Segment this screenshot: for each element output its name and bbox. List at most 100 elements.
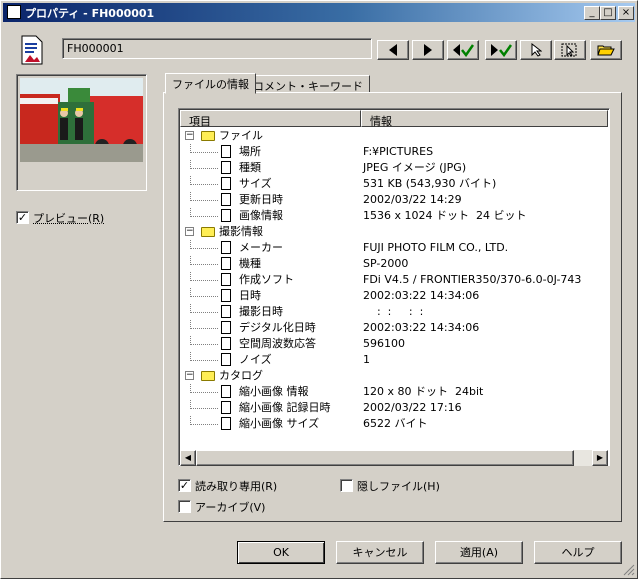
scroll-left-arrow[interactable]: ◀ (180, 450, 196, 466)
tree-item-row[interactable]: ノイズ 1 (183, 352, 607, 368)
tree-item-row[interactable]: 縮小画像 記録日時 2002/03/22 17:16 (183, 400, 607, 416)
app-icon (7, 5, 21, 19)
tree-connector (190, 240, 218, 249)
document-icon (221, 385, 231, 398)
document-icon (221, 353, 231, 366)
tree-item-row[interactable]: 縮小画像 サイズ 6522 バイト (183, 416, 607, 432)
ok-button[interactable]: OK (237, 541, 325, 564)
collapse-icon[interactable]: − (185, 131, 194, 140)
tree-connector (190, 352, 218, 361)
tab-file-info[interactable]: ファイルの情報 (165, 73, 256, 94)
forward-check-button[interactable] (485, 40, 517, 60)
tree-item-row[interactable]: 更新日時 2002/03/22 14:29 (183, 192, 607, 208)
column-header-item[interactable]: 項目 (180, 110, 361, 128)
tree-group-label: カタログ (219, 369, 263, 382)
tree-item-row[interactable]: デジタル化日時 2002:03:22 14:34:06 (183, 320, 607, 336)
document-icon (221, 145, 231, 158)
tree-item-row[interactable]: 撮影日時 : : : : (183, 304, 607, 320)
close-button[interactable]: × (618, 6, 634, 20)
collapse-icon[interactable]: − (185, 227, 194, 236)
select-button[interactable] (554, 40, 586, 60)
tree-connector (190, 400, 218, 409)
next-button[interactable] (412, 40, 444, 60)
tree-item-row[interactable]: 種類 JPEG イメージ (JPG) (183, 160, 607, 176)
item-key: 画像情報 (239, 209, 283, 222)
open-folder-button[interactable] (590, 40, 622, 60)
document-icon (221, 417, 231, 430)
tree-group-row[interactable]: − ファイル (183, 128, 603, 144)
triangle-left-icon (389, 44, 397, 56)
item-key: サイズ (239, 177, 272, 190)
document-icon (221, 193, 231, 206)
document-icon (221, 289, 231, 302)
pointer-button[interactable] (520, 40, 552, 60)
triangle-right-icon (424, 44, 432, 56)
help-button[interactable]: ヘルプ (534, 541, 622, 564)
tree-connector (190, 384, 218, 393)
tree-group-row[interactable]: − 撮影情報 (183, 224, 603, 240)
file-info-list[interactable]: 項目 情報 − ファイル 場所 F:¥PICTURES 種類 JPEG イメージ (JPG… (178, 108, 610, 466)
title-bar[interactable]: プロパティ - FH000001 _ □ × (3, 3, 635, 22)
tree-group-row[interactable]: − カタログ (183, 368, 603, 384)
item-key: 場所 (239, 145, 261, 158)
tree-item-row[interactable]: 縮小画像 情報 120 x 80 ドット 24bit (183, 384, 607, 400)
tree-item-row[interactable]: サイズ 531 KB (543,930 バイト) (183, 176, 607, 192)
tree-item-row[interactable]: 機種 SP-2000 (183, 256, 607, 272)
tree-item-row[interactable]: 日時 2002:03:22 14:34:06 (183, 288, 607, 304)
document-icon (221, 321, 231, 334)
tree-item-row[interactable]: 空間周波数応答 596100 (183, 336, 607, 352)
previous-button[interactable] (377, 40, 409, 60)
horizontal-scrollbar[interactable]: ◀ ▶ (180, 450, 608, 466)
scroll-thumb[interactable] (196, 450, 574, 466)
select-cursor-icon (561, 43, 577, 57)
tree-item-row[interactable]: 場所 F:¥PICTURES (183, 144, 607, 160)
tree-connector (190, 160, 218, 169)
back-check-button[interactable] (447, 40, 479, 60)
hidden-label[interactable]: 隠しファイル(H) (357, 478, 440, 494)
folder-icon (201, 131, 215, 141)
folder-icon (201, 227, 215, 237)
item-value: FUJI PHOTO FILM CO., LTD. (363, 241, 509, 254)
document-icon (221, 257, 231, 270)
back-check-icon (453, 44, 475, 58)
minimize-button[interactable]: _ (584, 6, 600, 20)
readonly-label[interactable]: 読み取り専用(R) (195, 478, 277, 494)
scroll-right-arrow[interactable]: ▶ (592, 450, 608, 466)
maximize-button[interactable]: □ (600, 6, 616, 20)
archive-checkbox[interactable] (178, 500, 191, 513)
file-name-field[interactable]: FH000001 (62, 38, 372, 59)
item-value: 2002:03:22 14:34:06 (363, 289, 480, 302)
item-key: 機種 (239, 257, 261, 270)
tree-item-row[interactable]: 画像情報 1536 x 1024 ドット 24 ビット (183, 208, 607, 224)
item-value: F:¥PICTURES (363, 145, 434, 158)
hidden-checkbox[interactable] (340, 479, 353, 492)
column-header-info[interactable]: 情報 (361, 110, 608, 128)
apply-button[interactable]: 適用(A) (435, 541, 523, 564)
item-key: メーカー (239, 241, 283, 254)
item-value: 2002/03/22 14:29 (363, 193, 462, 206)
item-key: ノイズ (239, 353, 272, 366)
tree-group-label: 撮影情報 (219, 225, 263, 238)
tree-item-row[interactable]: メーカー FUJI PHOTO FILM CO., LTD. (183, 240, 607, 256)
collapse-icon[interactable]: − (185, 371, 194, 380)
tree-connector (190, 304, 218, 313)
tree-connector (190, 272, 218, 281)
tree-item-row[interactable]: 作成ソフト FDi V4.5 / FRONTIER350/370-6.0-0J-7… (183, 272, 607, 288)
item-key: 縮小画像 記録日時 (239, 401, 331, 414)
tab-comment-keyword[interactable]: コメント・キーワード (246, 75, 370, 93)
preview-checkbox-label[interactable]: プレビュー(R) (33, 210, 104, 226)
preview-checkbox[interactable]: ✓ (16, 211, 29, 224)
item-value: 2002:03:22 14:34:06 (363, 321, 480, 334)
item-key: 撮影日時 (239, 305, 283, 318)
archive-label[interactable]: アーカイブ(V) (195, 499, 265, 515)
document-icon (221, 273, 231, 286)
cursor-icon (531, 42, 543, 57)
tree-connector (190, 288, 218, 297)
item-value: 531 KB (543,930 バイト) (363, 177, 497, 190)
document-icon (221, 161, 231, 174)
cancel-button[interactable]: キャンセル (336, 541, 424, 564)
resize-grip-icon[interactable] (623, 564, 635, 576)
item-key: 種類 (239, 161, 261, 174)
readonly-checkbox[interactable]: ✓ (178, 479, 191, 492)
preview-panel (16, 74, 147, 191)
